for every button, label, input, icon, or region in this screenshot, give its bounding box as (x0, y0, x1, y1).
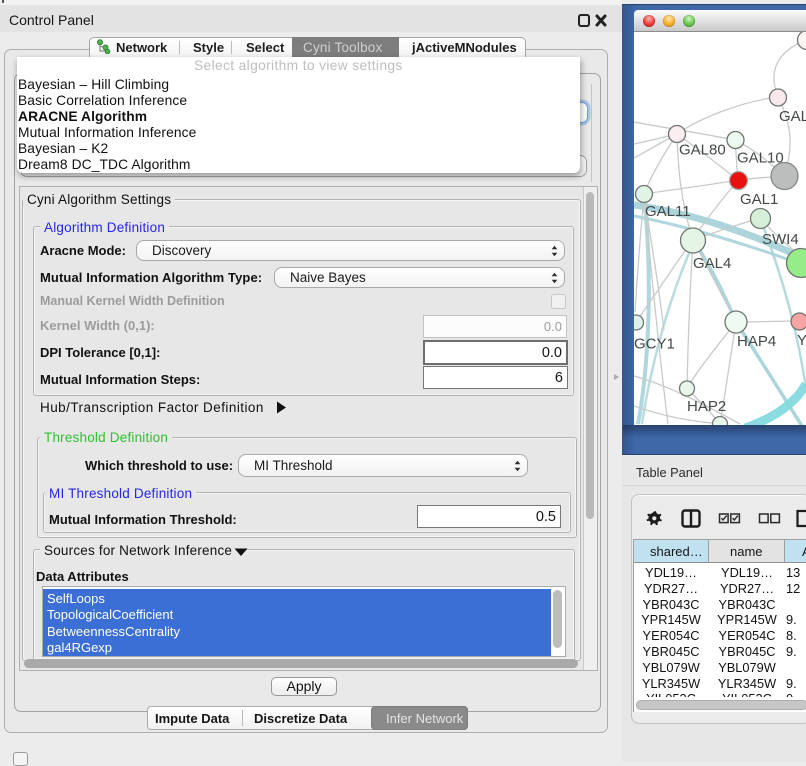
svg-text:GAL10: GAL10 (737, 150, 784, 167)
svg-text:GAL80: GAL80 (679, 142, 726, 159)
svg-text:GCY1: GCY1 (634, 336, 675, 353)
svg-text:YJ: YJ (797, 332, 806, 349)
svg-text:GAL11: GAL11 (645, 203, 691, 220)
svg-text:HAP2: HAP2 (687, 398, 726, 415)
svg-text:GAL1: GAL1 (740, 191, 778, 208)
svg-text:SWI4: SWI4 (762, 231, 799, 248)
svg-text:GAL4: GAL4 (693, 255, 731, 272)
svg-text:HAP4: HAP4 (737, 333, 776, 350)
svg-text:GAL2: GAL2 (779, 108, 806, 125)
